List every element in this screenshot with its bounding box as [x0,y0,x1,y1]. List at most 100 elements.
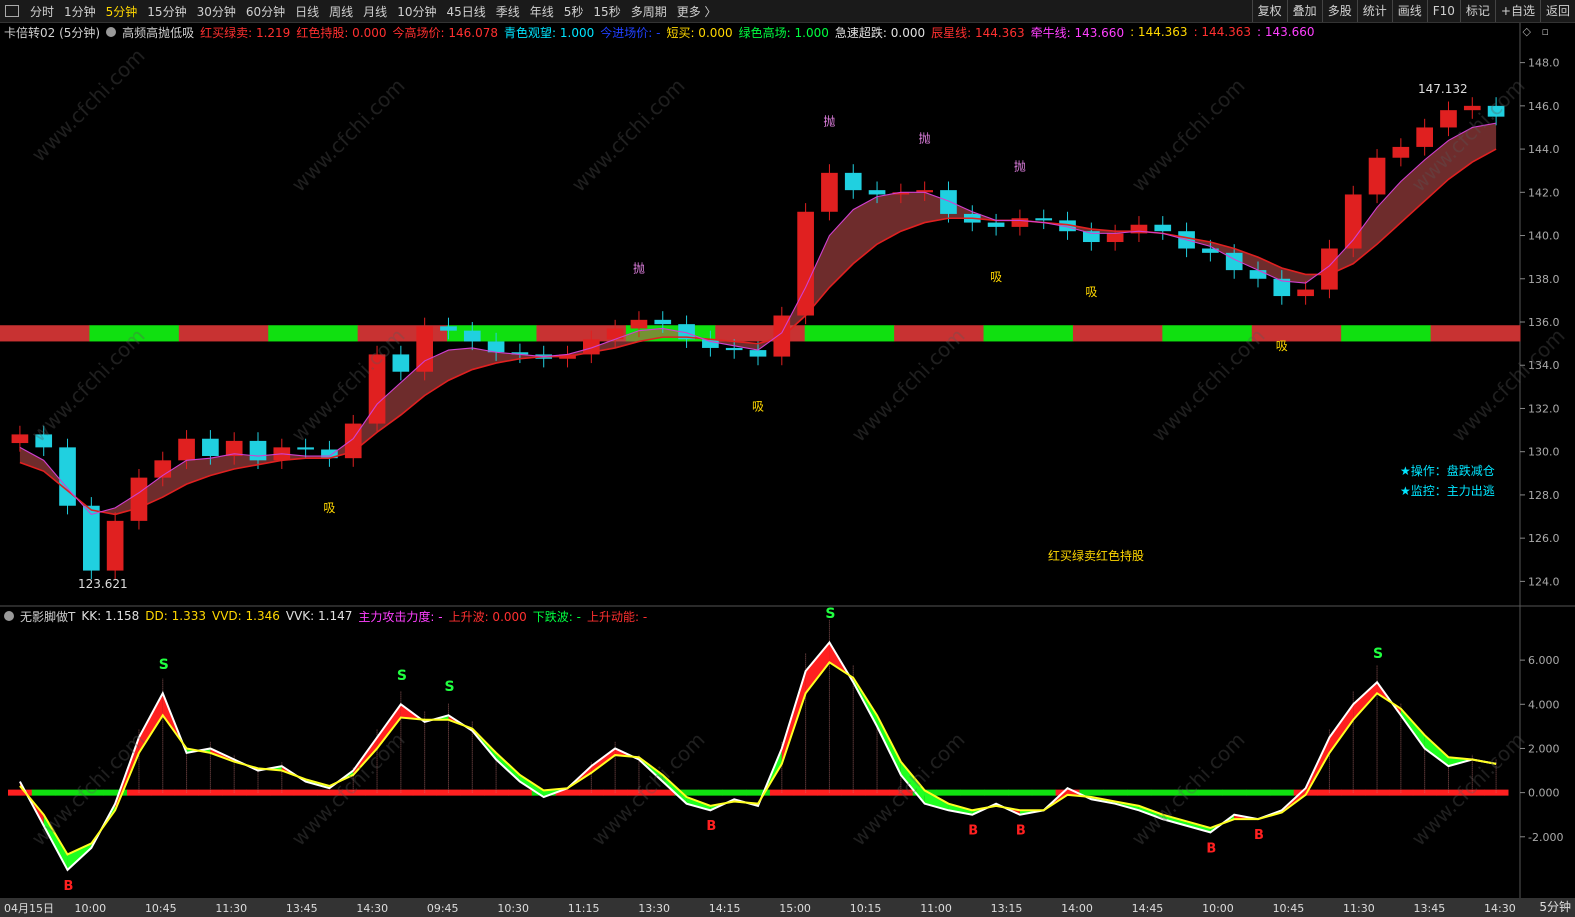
indicator-tick-label: 2.000 [1528,742,1560,755]
state-bar-segment [0,325,90,342]
diamond-icon[interactable]: ◇ [1523,25,1531,38]
period-tab[interactable]: 15秒 [588,3,625,20]
menu-icon[interactable] [5,5,19,17]
time-label: 10:45 [145,902,177,915]
time-label: 10:15 [850,902,882,915]
period-tab[interactable]: 15分钟 [142,3,191,20]
period-tab[interactable]: 月线 [358,3,392,20]
time-label: 10:45 [1273,902,1305,915]
sell-mark: 抛 [919,131,931,146]
state-bar-segment [804,325,895,342]
main-candlestick-chart[interactable]: 卡倍转02 (5分钟) 高频高抛低吸 红买绿卖: 1.219 红色持股: 0.00… [0,23,1575,607]
zero-band-segment [1222,789,1247,796]
y-tick-label: 128.0 [1528,489,1560,502]
state-bar-segment [1072,325,1163,342]
period-tab[interactable]: 45日线 [441,3,490,20]
watermark: www.cfchi.com [287,728,410,851]
b-mark: B [968,824,978,839]
toolbar-button[interactable]: 标记 [1459,0,1495,22]
candle-body [130,477,148,521]
watermark: www.cfchi.com [27,728,150,851]
period-tab[interactable]: 更多 〉 [672,3,722,20]
state-bar-segment [268,325,359,342]
candle-body [749,350,767,357]
toolbar-button[interactable]: 复权 [1251,0,1287,22]
sell-mark: 抛 [633,260,645,275]
watermark: www.cfchi.com [287,74,410,197]
period-tab[interactable]: 10分钟 [392,3,441,20]
s-mark: S [444,679,454,695]
toolbar-button[interactable]: 叠加 [1286,0,1322,22]
b-mark: B [1206,841,1216,856]
b-mark: B [1254,828,1264,843]
watermark: www.cfchi.com [847,728,970,851]
period-tab[interactable]: 多周期 [626,3,672,20]
candle-body [797,211,814,316]
candle-body [868,190,886,195]
toolbar-button[interactable]: 统计 [1356,0,1392,22]
restore-icon[interactable]: ▫ [1542,25,1549,38]
dd-line [19,660,1497,856]
period-tab[interactable]: 5秒 [559,3,589,20]
b-mark: B [64,879,74,894]
period-tab[interactable]: 1分钟 [59,3,101,20]
candle-body [249,440,267,461]
toolbar-button[interactable]: +自选 [1494,0,1540,22]
period-tab[interactable]: 5分钟 [101,3,143,20]
operation-note: ★操作：盘跌减仓 [1400,463,1495,478]
y-tick-label: 126.0 [1528,532,1560,545]
low-price-label: 123.621 [78,577,128,591]
kk-line [19,640,1497,872]
candle-body [1011,218,1029,227]
candle-body [725,347,743,351]
y-tick-label: 146.0 [1528,100,1560,113]
indicator-tick-label: 6.000 [1528,654,1560,667]
time-label: 13:15 [991,902,1023,915]
period-tab[interactable]: 日线 [290,3,324,20]
zero-band-segment [293,789,319,796]
s-mark: S [825,607,835,622]
state-bar-segment [178,325,269,342]
period-tabs: 分时 1分钟 5分钟 15分钟 30分钟 60分钟 日线 周线 月线 10分钟 45日线 季线 年线 5秒… [25,3,722,20]
period-tab[interactable]: 年线 [525,3,559,20]
s-mark: S [159,657,169,673]
candle-body [178,438,195,461]
watermark: www.cfchi.com [1447,324,1570,447]
candle-body [1321,248,1338,290]
candle-body [1106,233,1124,243]
period-tab[interactable]: 分时 [25,3,59,20]
period-tab[interactable]: 30分钟 [192,3,241,20]
candle-body [1154,224,1172,232]
state-bar-segment [1430,325,1521,342]
watermark: www.cfchi.com [1127,74,1250,197]
time-label: 11:15 [568,902,600,915]
candle-body [654,319,672,325]
candle-body [83,505,100,571]
toolbar-button[interactable]: F10 [1426,0,1460,22]
period-tab[interactable]: 季线 [491,3,525,20]
y-tick-label: 142.0 [1528,186,1560,199]
zero-band-segment [8,789,33,796]
period-tab[interactable]: 60分钟 [241,3,290,20]
buy-mark: 吸 [323,501,335,515]
watermark: www.cfchi.com [27,44,150,167]
state-bar-segment [1341,325,1432,342]
indicator-chart[interactable]: 无影脚做T KK: 1.158 DD: 1.333 VVD: 1.346 VVK: 1… [0,607,1575,898]
time-axis: 04月15日 10:00 10:45 11:30 13:45 14:30 09:45 10:3… [0,898,1575,917]
watermark: www.cfchi.com [567,74,690,197]
toolbar-button[interactable]: 返回 [1539,0,1575,22]
candle-body [11,434,29,444]
zero-band-segment [960,789,985,796]
candle-body [1416,127,1433,147]
period-tab[interactable]: 周线 [324,3,358,20]
toolbar-button[interactable]: 画线 [1391,0,1427,22]
zero-band-segment [1103,789,1128,796]
zero-band-segment [508,789,533,796]
candle-body [1440,110,1457,128]
candle-body [59,447,76,506]
candle-body [392,354,410,372]
candle-body [1035,218,1053,221]
toolbar-button[interactable]: 多股 [1321,0,1357,22]
indicator-tick-label: -2.000 [1528,831,1563,844]
period-label: 5分钟 [1539,900,1571,914]
